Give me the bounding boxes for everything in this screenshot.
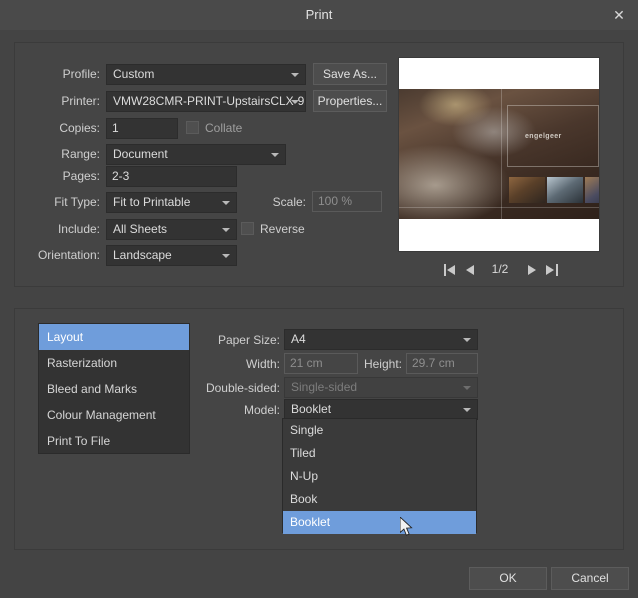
orientation-combobox[interactable]: Landscape: [106, 245, 237, 266]
settings-category-list[interactable]: Layout Rasterization Bleed and Marks Col…: [38, 323, 190, 454]
double-sided-value: Single-sided: [291, 380, 358, 394]
chevron-down-icon: [291, 72, 299, 77]
preview-thumbnail-1: [509, 177, 545, 203]
category-item-bleed-and-marks[interactable]: Bleed and Marks: [39, 376, 189, 402]
preview-guide-horizontal: [399, 207, 599, 208]
category-item-rasterization[interactable]: Rasterization: [39, 350, 189, 376]
range-combobox[interactable]: Document: [106, 144, 286, 165]
chevron-down-icon: [463, 407, 471, 412]
scale-input[interactable]: 100 %: [312, 191, 382, 212]
print-preview[interactable]: engelgeer: [398, 57, 600, 252]
reverse-label: Reverse: [260, 222, 305, 236]
collate-checkbox-box: [186, 121, 199, 134]
page-indicator: 1/2: [491, 262, 509, 276]
previous-page-icon[interactable]: [464, 261, 480, 277]
printer-label: Printer:: [61, 94, 100, 108]
double-sided-combobox[interactable]: Single-sided: [284, 377, 478, 398]
printer-combobox[interactable]: VMW28CMR-PRINT-UpstairsCLX-925: [106, 91, 306, 112]
printer-value: VMW28CMR-PRINT-UpstairsCLX-925: [113, 94, 306, 108]
preview-thumbnail-3: [585, 177, 599, 203]
chevron-down-icon: [222, 253, 230, 258]
model-combobox[interactable]: Booklet: [284, 399, 478, 420]
title-bar: Print ✕: [0, 0, 638, 30]
orientation-value: Landscape: [113, 248, 172, 262]
double-sided-label: Double-sided:: [205, 381, 280, 395]
profile-combobox[interactable]: Custom: [106, 64, 306, 85]
include-combobox[interactable]: All Sheets: [106, 219, 237, 240]
chevron-down-icon: [463, 337, 471, 342]
model-dropdown-menu[interactable]: Single Tiled N-Up Book Booklet: [282, 418, 477, 534]
chevron-down-icon: [271, 152, 279, 157]
close-icon[interactable]: ✕: [610, 7, 628, 23]
cancel-button[interactable]: Cancel: [551, 567, 629, 590]
category-item-print-to-file[interactable]: Print To File: [39, 428, 189, 454]
profile-label: Profile:: [62, 67, 100, 81]
reverse-checkbox-box: [241, 222, 254, 235]
last-page-icon[interactable]: [544, 261, 560, 277]
model-option-book[interactable]: Book: [283, 488, 476, 511]
pages-input[interactable]: 2-3: [106, 166, 237, 187]
fit-type-label: Fit Type:: [54, 195, 100, 209]
height-input[interactable]: 29.7 cm: [406, 353, 478, 374]
copies-input[interactable]: 1: [106, 118, 178, 139]
copies-label: Copies:: [59, 121, 100, 135]
next-page-icon[interactable]: [524, 261, 540, 277]
print-dialog: Print ✕ Profile: Custom Save As... Print…: [0, 0, 638, 598]
orientation-label: Orientation:: [37, 248, 100, 262]
model-option-n-up[interactable]: N-Up: [283, 465, 476, 488]
paper-size-value: A4: [291, 332, 306, 346]
model-option-tiled[interactable]: Tiled: [283, 442, 476, 465]
preview-page-image: engelgeer: [399, 89, 599, 219]
preview-page-navigation: 1/2: [398, 258, 600, 280]
include-value: All Sheets: [113, 222, 168, 236]
profile-value: Custom: [113, 67, 155, 81]
chevron-down-icon: [463, 385, 471, 390]
category-item-colour-management[interactable]: Colour Management: [39, 402, 189, 428]
range-value: Document: [113, 147, 168, 161]
width-label: Width:: [245, 357, 280, 371]
model-value: Booklet: [291, 402, 332, 416]
model-label: Model:: [243, 403, 280, 417]
height-label: Height:: [363, 357, 402, 371]
category-item-layout[interactable]: Layout: [39, 324, 189, 350]
include-label: Include:: [57, 222, 100, 236]
ok-button[interactable]: OK: [469, 567, 547, 590]
dialog-title: Print: [305, 7, 333, 22]
range-label: Range:: [61, 147, 100, 161]
fit-type-value: Fit to Printable: [113, 195, 191, 209]
mouse-cursor: [400, 517, 413, 536]
preview-guide-vertical: [501, 89, 502, 219]
pages-label: Pages:: [62, 169, 100, 183]
save-as-button[interactable]: Save As...: [313, 63, 387, 85]
paper-size-combobox[interactable]: A4: [284, 329, 478, 350]
scale-label: Scale:: [272, 195, 306, 209]
fit-type-combobox[interactable]: Fit to Printable: [106, 192, 237, 213]
model-option-booklet[interactable]: Booklet: [283, 511, 476, 534]
model-option-single[interactable]: Single: [283, 419, 476, 442]
first-page-icon[interactable]: [444, 261, 460, 277]
chevron-down-icon: [222, 227, 230, 232]
width-input[interactable]: 21 cm: [284, 353, 358, 374]
preview-brand-text: engelgeer: [525, 133, 562, 140]
preview-thumbnail-2: [547, 177, 583, 203]
paper-size-label: Paper Size:: [217, 333, 280, 347]
chevron-down-icon: [291, 99, 299, 104]
collate-label: Collate: [205, 121, 243, 135]
printer-properties-button[interactable]: Properties...: [313, 90, 387, 112]
chevron-down-icon: [222, 200, 230, 205]
